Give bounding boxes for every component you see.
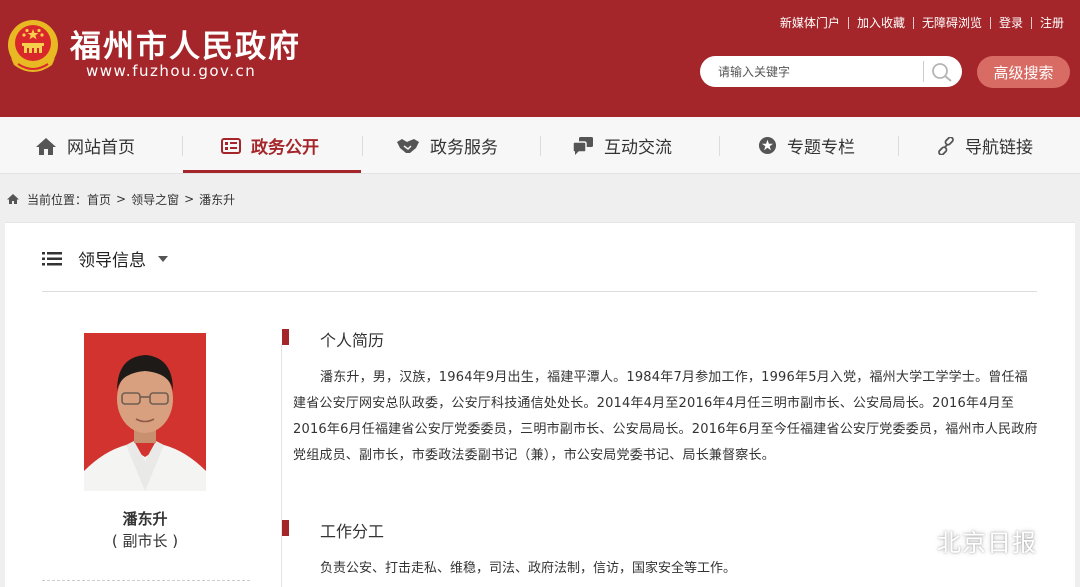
panel-divider: [42, 291, 1037, 292]
watermark: 北京日报: [893, 523, 1037, 558]
duty-text: 负责公安、打击走私、维稳，司法、政府法制，信访，国家安全等工作。: [320, 561, 737, 576]
breadcrumb-current[interactable]: 潘东升: [199, 191, 235, 208]
nav-item-label: 互动交流: [604, 138, 672, 158]
search-icon[interactable]: [930, 61, 954, 83]
top-link-register[interactable]: 注册: [1032, 14, 1072, 31]
search-input[interactable]: [718, 62, 918, 81]
link-icon: [938, 136, 954, 155]
nav-divider: [540, 136, 541, 156]
caret-down-icon: [158, 255, 168, 262]
dashed-divider: [42, 580, 250, 581]
leader-position: ( 副市长 ): [111, 532, 179, 550]
search-divider: [923, 61, 924, 82]
section-marker: [282, 520, 289, 536]
top-link-accessibility[interactable]: 无障碍浏览: [914, 14, 990, 31]
nav-item-label: 网站首页: [67, 138, 135, 158]
nav-item-label: 政务公开: [251, 138, 319, 158]
chat-bubbles-icon: [572, 136, 593, 155]
breadcrumb-separator: >: [116, 192, 127, 206]
column-divider: [281, 345, 282, 587]
nav-divider: [182, 136, 183, 156]
national-emblem-icon[interactable]: [6, 18, 60, 76]
advanced-search-button[interactable]: 高级搜索: [977, 56, 1070, 88]
list-menu-icon: [42, 251, 62, 265]
nav-item-government-affairs[interactable]: 政务公开: [221, 117, 319, 174]
breadcrumb-separator: >: [184, 192, 195, 206]
nav-item-label: 导航链接: [965, 138, 1033, 158]
breadcrumb: 当前位置： 首页 > 领导之窗 > 潘东升: [6, 191, 235, 207]
bio-section-title: 个人简历: [320, 331, 385, 350]
breadcrumb-prefix: 当前位置：: [27, 192, 88, 207]
nav-item-home[interactable]: 网站首页: [35, 117, 135, 174]
leader-info-dropdown[interactable]: 领导信息: [42, 246, 168, 271]
top-link-favorites[interactable]: 加入收藏: [849, 14, 913, 31]
wechat-icon: [894, 526, 929, 554]
site-url: www.fuzhou.gov.cn: [86, 62, 257, 80]
duty-section-title: 工作分工: [320, 522, 385, 541]
nav-item-services[interactable]: 政务服务: [396, 117, 498, 174]
watermark-text: 北京日报: [937, 529, 1037, 557]
leader-name: 潘东升: [122, 510, 168, 528]
nav-item-label: 专题专栏: [787, 138, 855, 158]
bio-text: 潘东升，男，汉族，1964年9月出生，福建平潭人。1984年7月参加工作，199…: [293, 370, 1038, 463]
nav-active-indicator: [183, 170, 361, 173]
nav-divider: [898, 136, 899, 156]
nav-item-special-topics[interactable]: 专题专栏: [758, 117, 855, 174]
top-link-login[interactable]: 登录: [991, 14, 1031, 31]
leader-photo: [84, 333, 206, 491]
document-list-icon: [221, 137, 241, 154]
search-box: [700, 56, 962, 87]
top-links: 新媒体门户 加入收藏 无障碍浏览 登录 注册: [772, 14, 1072, 31]
breadcrumb-leaders[interactable]: 领导之窗: [131, 191, 179, 208]
site-header: 福州市人民政府 www.fuzhou.gov.cn 新媒体门户 加入收藏 无障碍…: [0, 0, 1080, 117]
panel-title: 领导信息: [78, 251, 146, 271]
nav-item-interaction[interactable]: 互动交流: [572, 117, 672, 174]
nav-item-label: 政务服务: [430, 138, 498, 158]
nav-divider: [362, 136, 363, 156]
home-icon: [7, 194, 19, 204]
handshake-icon: [397, 138, 419, 153]
star-circle-icon: [758, 136, 777, 155]
breadcrumb-home[interactable]: 首页: [87, 191, 111, 208]
nav-item-links[interactable]: 导航链接: [937, 117, 1033, 174]
nav-divider: [719, 136, 720, 156]
section-marker: [282, 329, 289, 345]
top-link-new-media[interactable]: 新媒体门户: [772, 14, 848, 31]
site-title[interactable]: 福州市人民政府: [70, 21, 301, 66]
home-icon: [36, 137, 56, 155]
